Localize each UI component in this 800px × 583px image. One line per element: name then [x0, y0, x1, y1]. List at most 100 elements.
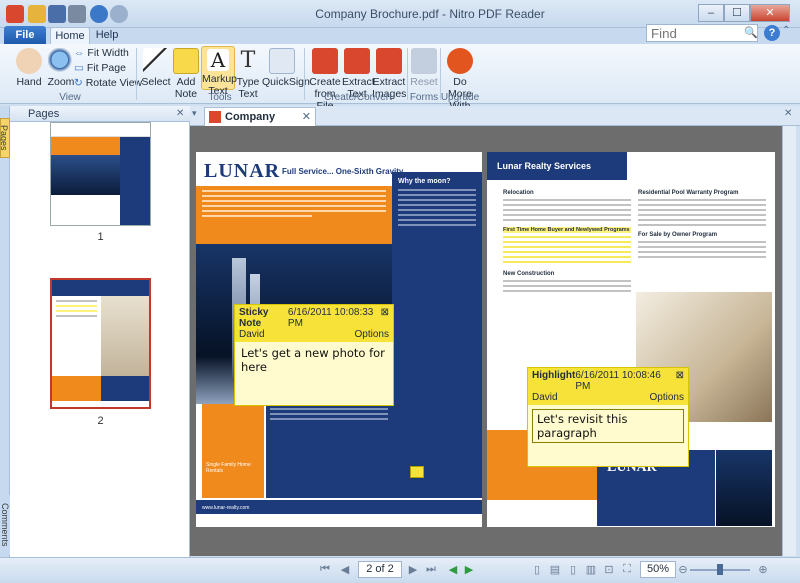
hand-button[interactable]: Hand [12, 48, 46, 88]
search-icon[interactable]: 🔍 [744, 26, 758, 39]
magnifier-icon [48, 48, 74, 74]
fit-icon[interactable]: ⊡ [602, 563, 616, 577]
sticky-note-marker-icon[interactable] [410, 466, 424, 478]
redo-icon[interactable] [110, 5, 128, 23]
signature-icon [269, 48, 295, 74]
last-page-icon[interactable]: ⏭ [424, 563, 438, 577]
page-thumbnail-1[interactable] [50, 122, 151, 226]
relocation-heading: Relocation [503, 190, 534, 196]
close-button[interactable]: ✕ [750, 4, 790, 22]
highlight-note-popup[interactable]: Highlight 6/16/2011 10:08:46 PM ⊠ David Opt… [527, 367, 689, 467]
hand-icon [16, 48, 42, 74]
text-a-icon: A [207, 49, 229, 71]
select-button[interactable]: Select [140, 48, 172, 88]
maximize-button[interactable]: ☐ [724, 4, 750, 22]
app-logo-icon[interactable] [6, 5, 24, 23]
note-options-menu[interactable]: Options [355, 329, 389, 340]
fit-width-button[interactable]: ⇔ Fit Width [74, 47, 129, 59]
extract-images-icon [376, 48, 402, 74]
next-page-icon[interactable]: ▶ [406, 563, 420, 577]
document-tab[interactable]: Company Brochure ✕ [204, 107, 316, 141]
reset-button[interactable]: Reset [410, 48, 438, 88]
note-text[interactable]: Let's get a new photo for here [235, 342, 393, 378]
thumb-orange-band [51, 137, 121, 155]
type-text-label: Type Text [236, 76, 260, 100]
group-tools-label: Tools [208, 92, 232, 103]
undo-icon[interactable] [90, 5, 108, 23]
note-close-icon[interactable]: ⊠ [676, 370, 684, 392]
highlight-note-header: Highlight 6/16/2011 10:08:46 PM ⊠ David Opt… [528, 368, 688, 405]
sticky-note-popup[interactable]: Sticky Note 6/16/2011 10:08:33 PM ⊠ David O… [234, 304, 394, 406]
add-note-label: Add Note [174, 76, 198, 100]
thumbnail-label-1: 1 [97, 231, 104, 243]
page-number-field[interactable]: 2 of 2 [358, 561, 402, 578]
group-view-label: View [59, 92, 81, 103]
save-icon[interactable] [48, 5, 66, 23]
ribbon-separator [304, 48, 305, 100]
tab-file[interactable]: File [4, 26, 46, 44]
note-type: Sticky Note [239, 307, 269, 329]
panel-close-icon[interactable]: ✕ [176, 108, 184, 119]
close-document-icon[interactable]: ✕ [784, 108, 792, 119]
facing-continuous-icon[interactable]: ▥ [584, 563, 598, 577]
pages-side-tab[interactable]: Pages [0, 118, 10, 158]
note-options-menu[interactable]: Options [650, 392, 684, 403]
close-tab-icon[interactable]: ✕ [302, 108, 311, 126]
note-close-icon[interactable]: ⊠ [381, 307, 389, 329]
orange-left-column: Single Family Home Rentals [202, 404, 264, 498]
zoom-out-icon[interactable]: ⊖ [676, 563, 690, 577]
minimize-button[interactable]: – [698, 4, 724, 22]
ribbon-minimize-icon[interactable]: ⌃ [782, 25, 790, 36]
note-text[interactable]: Let's revisit this paragraph [532, 409, 684, 443]
facing-icon[interactable]: ▯ [566, 563, 580, 577]
add-note-button[interactable]: Add Note [172, 48, 200, 100]
tab-home[interactable]: Home [50, 27, 90, 44]
tower-photo-small [716, 450, 772, 526]
group-upgrade-label: Upgrade [440, 92, 480, 103]
note-icon [173, 48, 199, 74]
sticky-note-header: Sticky Note 6/16/2011 10:08:33 PM ⊠ David O… [235, 305, 393, 342]
help-icon[interactable]: ? [764, 25, 780, 41]
tab-help[interactable]: Help [92, 27, 122, 44]
zoom-label: Zoom [47, 76, 75, 88]
print-icon[interactable] [68, 5, 86, 23]
rotate-icon: ↻ [74, 77, 86, 89]
navy-middle-column [266, 404, 392, 498]
note-author: David [532, 392, 558, 403]
fit-page-button[interactable]: ▭ Fit Page [74, 62, 126, 74]
single-family-heading: Single Family Home Rentals [206, 462, 251, 474]
zoom-level-field[interactable]: 50% [640, 561, 676, 578]
single-page-icon[interactable]: ▯ [530, 563, 544, 577]
pages-panel-header: Pages [10, 106, 190, 122]
group-create-convert-label: Create/Convert [324, 92, 392, 103]
open-icon[interactable] [28, 5, 46, 23]
fit-page-icon: ▭ [74, 62, 87, 74]
fullscreen-icon[interactable]: ⛶ [620, 563, 634, 577]
find-input[interactable] [646, 24, 758, 42]
rotate-view-button[interactable]: ↻ Rotate View [74, 77, 142, 89]
thumb-tower-image [51, 155, 121, 195]
zoom-button[interactable]: Zoom [44, 48, 78, 88]
note-type: Highlight [532, 370, 576, 381]
pdf-icon [209, 111, 221, 123]
back-icon[interactable]: ◀ [446, 563, 460, 577]
continuous-icon[interactable]: ▤ [548, 563, 562, 577]
lunar-logo: LUNAR [204, 160, 281, 182]
page-thumbnail-2[interactable] [50, 278, 151, 409]
zoom-slider-handle[interactable] [717, 564, 723, 575]
tab-menu-icon[interactable]: ▾ [192, 108, 202, 122]
markup-text-button[interactable]: A Markup Text [201, 46, 237, 97]
quicksign-button[interactable]: QuickSign [262, 48, 310, 88]
zoom-in-icon[interactable]: ⊕ [756, 563, 770, 577]
note-author: David [239, 329, 265, 340]
comments-side-tab[interactable]: Comments [0, 495, 10, 555]
navy-sidebar: Why the moon? [392, 172, 482, 498]
vertical-scrollbar[interactable] [782, 126, 796, 556]
first-page-icon[interactable]: ⏮ [318, 563, 332, 577]
prev-page-icon[interactable]: ◀ [338, 563, 352, 577]
services-title: Lunar Realty Services [497, 161, 592, 171]
residential-heading: Residential Pool Warranty Program [638, 190, 739, 196]
forward-icon[interactable]: ▶ [462, 563, 476, 577]
reset-label: Reset [410, 76, 438, 88]
nitro-pro-icon [447, 48, 473, 74]
